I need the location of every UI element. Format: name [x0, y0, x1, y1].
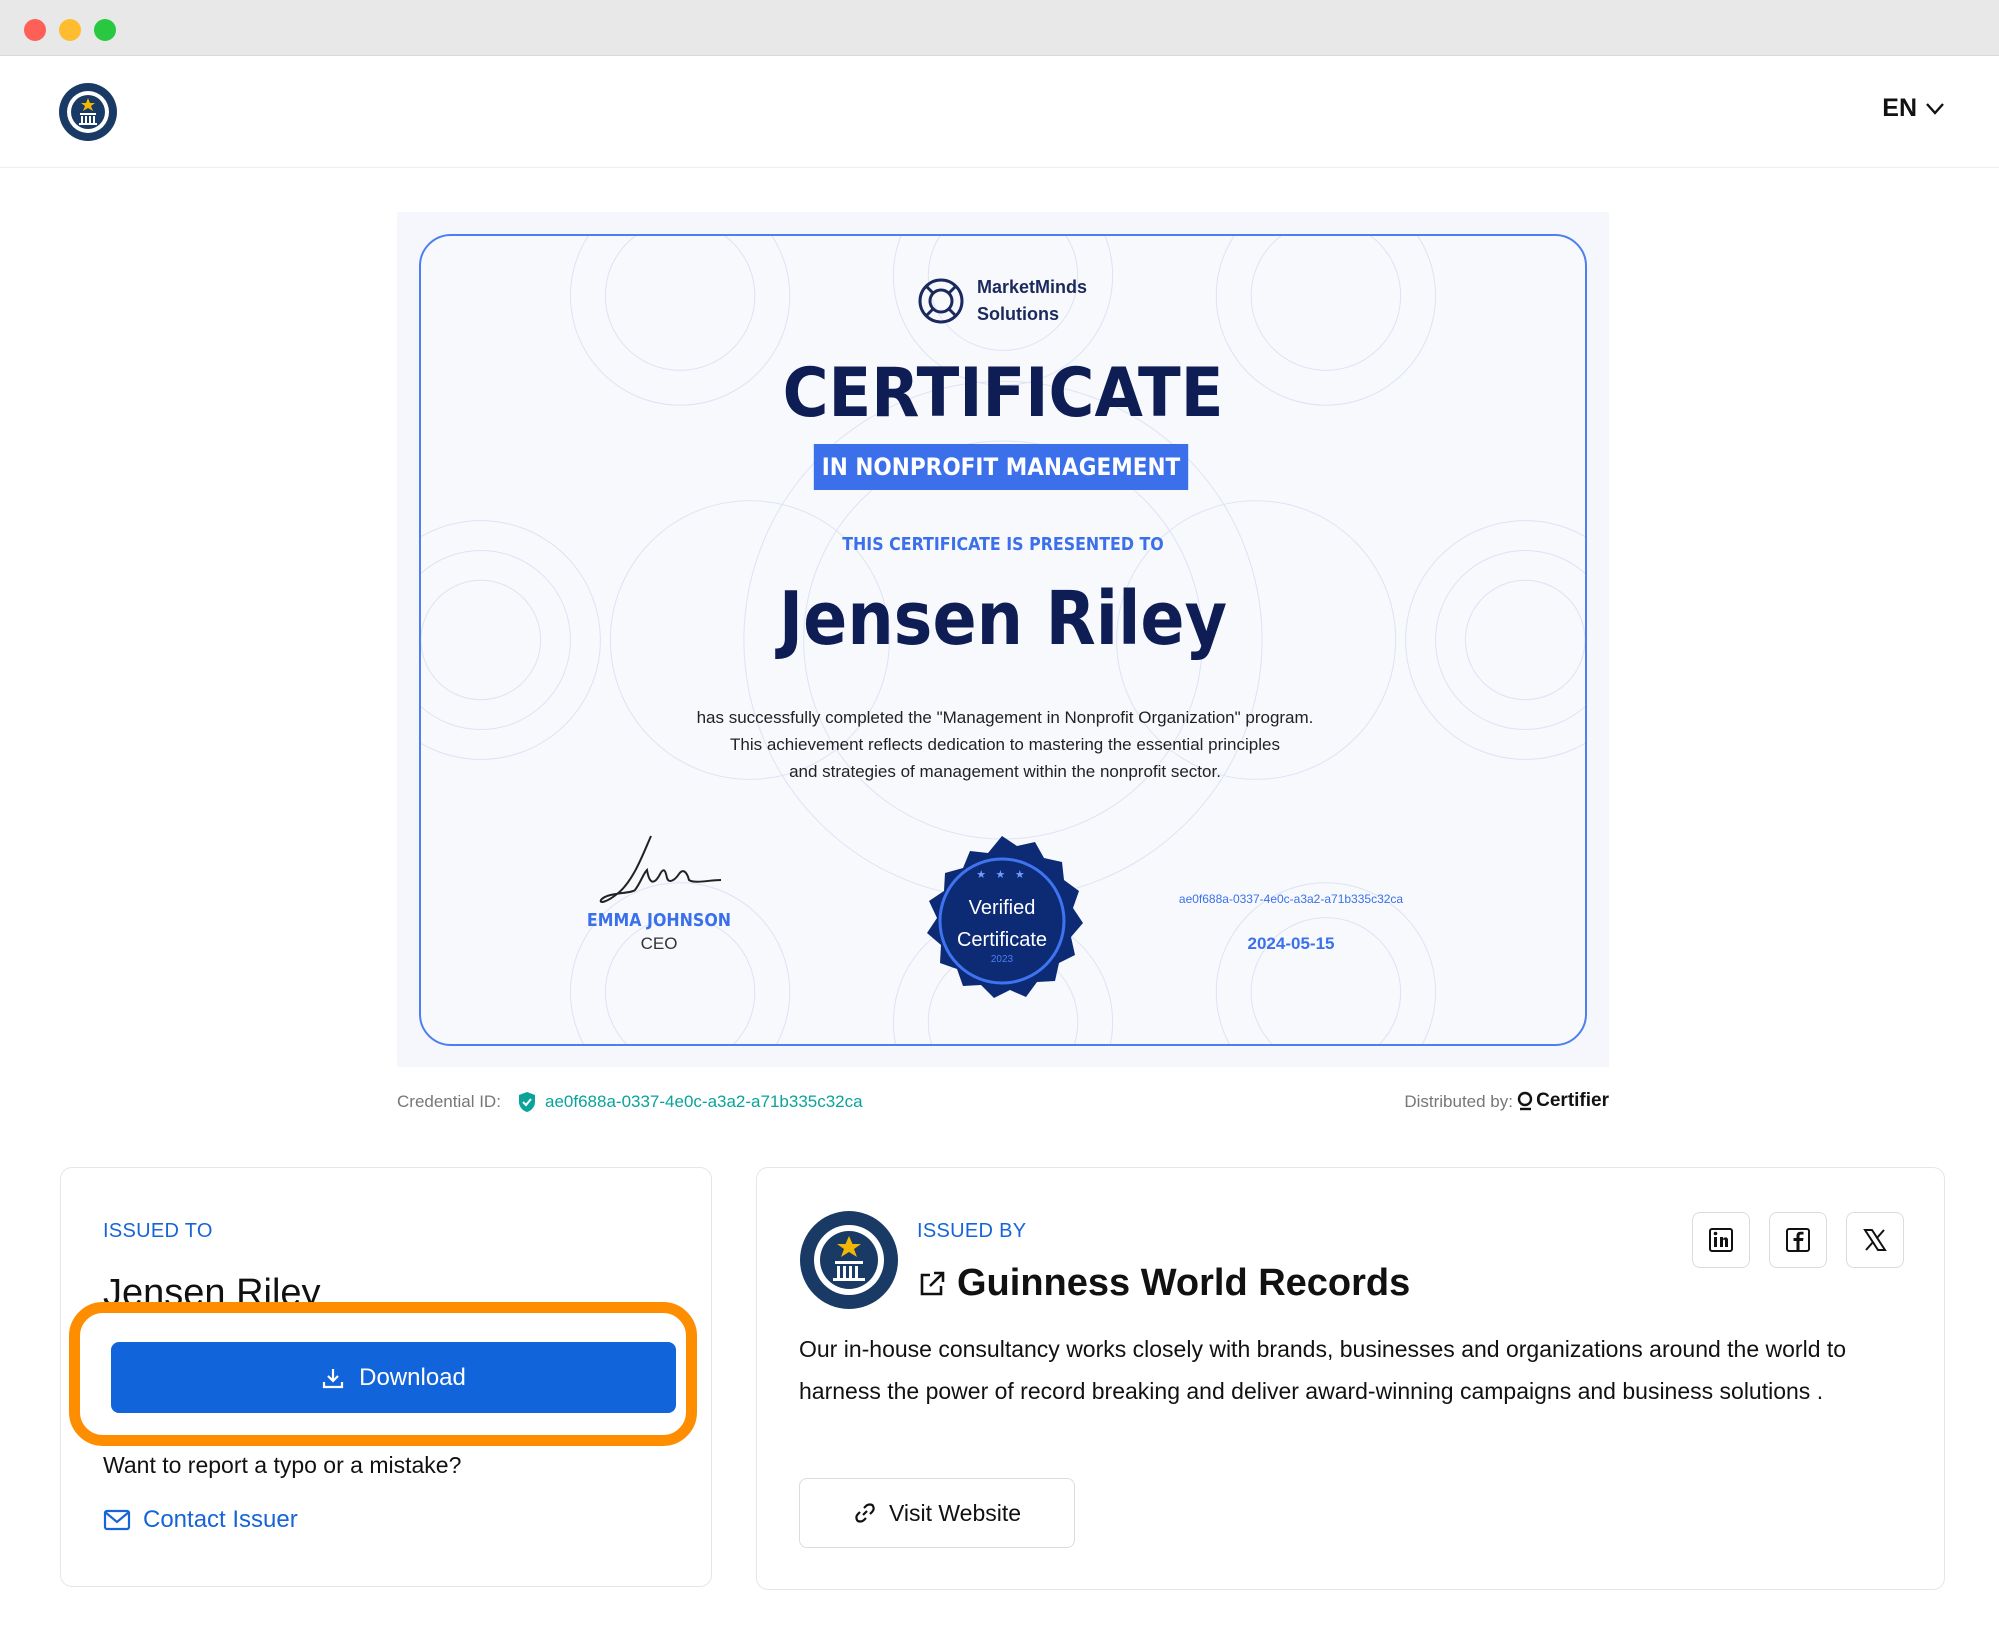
- signature: [599, 835, 722, 903]
- certificate-brand-name: MarketMinds Solutions: [977, 274, 1097, 328]
- issued-by-label: ISSUED BY: [917, 1220, 1027, 1242]
- certificate-description: has successfully completed the "Manageme…: [605, 704, 1405, 785]
- linkedin-share-button[interactable]: [1692, 1212, 1750, 1268]
- certificate-frame: MarketMinds Solutions CERTIFICATE IN NON…: [419, 234, 1587, 1046]
- seal-year: 2023: [990, 954, 1014, 965]
- issued-to-label: ISSUED TO: [103, 1220, 213, 1242]
- report-typo-text: Want to report a typo or a mistake?: [103, 1452, 462, 1478]
- issued-by-card: ISSUED BY Guinness World Records Our in-…: [756, 1167, 1945, 1590]
- download-label: Download: [359, 1363, 466, 1391]
- certifier-name: Certifier: [1536, 1090, 1609, 1111]
- gwr-logo[interactable]: [58, 82, 118, 142]
- issued-to-card: ISSUED TO Jensen Riley Download Want to …: [60, 1167, 712, 1587]
- certificate-recipient-name: Jensen Riley: [778, 576, 1228, 662]
- certificate-brand: MarketMinds Solutions: [917, 274, 1097, 328]
- language-label: EN: [1882, 94, 1917, 122]
- certificate-id: ae0f688a-0337-4e0c-a3a2-a71b335c32ca: [1178, 892, 1404, 906]
- gwr-issuer-logo: [800, 1211, 898, 1309]
- window-maximize-button[interactable]: [94, 19, 116, 41]
- seal-line-1: Verified: [968, 897, 1036, 919]
- seal-stars: ★ ★ ★: [976, 868, 1028, 881]
- visit-website-label: Visit Website: [888, 1499, 1022, 1526]
- credential-id-value[interactable]: ae0f688a-0337-4e0c-a3a2-a71b335c32ca: [545, 1092, 863, 1112]
- brand-line-1: MarketMinds: [977, 277, 1088, 297]
- download-highlight: Download: [69, 1302, 697, 1446]
- window-close-button[interactable]: [24, 19, 46, 41]
- visit-website-button[interactable]: Visit Website: [799, 1478, 1075, 1548]
- x-icon: [1863, 1229, 1887, 1251]
- credential-id-label: Credential ID:: [397, 1092, 501, 1111]
- x-share-button[interactable]: [1846, 1212, 1904, 1268]
- external-link-icon: [920, 1271, 945, 1295]
- language-selector[interactable]: EN: [1882, 94, 1945, 123]
- facebook-icon: [1786, 1228, 1810, 1252]
- certificate-presented-to: THIS CERTIFICATE IS PRESENTED TO: [842, 534, 1164, 555]
- certificate-subtitle: IN NONPROFIT MANAGEMENT: [813, 444, 1189, 490]
- mail-icon: [103, 1509, 131, 1531]
- signer-name: EMMA JOHNSON: [586, 910, 732, 931]
- issuer-name-link[interactable]: Guinness World Records: [917, 1262, 1410, 1305]
- window-minimize-button[interactable]: [59, 19, 81, 41]
- download-icon: [323, 1368, 344, 1388]
- brand-line-2: Solutions: [977, 304, 1059, 324]
- certificate-preview: MarketMinds Solutions CERTIFICATE IN NON…: [397, 212, 1609, 1067]
- issuer-description: Our in-house consultancy works closely w…: [799, 1336, 1847, 1404]
- linkedin-icon: [1709, 1228, 1733, 1252]
- chevron-down-icon: [1926, 102, 1944, 115]
- seal-text: Verified Certificate: [913, 892, 1091, 956]
- contact-issuer-link[interactable]: Contact Issuer: [103, 1506, 298, 1534]
- facebook-share-button[interactable]: [1769, 1212, 1827, 1268]
- contact-issuer-label: Contact Issuer: [143, 1506, 298, 1533]
- download-button[interactable]: Download: [111, 1342, 676, 1413]
- certifier-logo[interactable]: Certifier: [1517, 1090, 1609, 1112]
- certificate-title: CERTIFICATE: [782, 354, 1224, 433]
- distributed-by-label: Distributed by:: [1404, 1092, 1513, 1111]
- site-header: EN: [0, 56, 1999, 168]
- window-titlebar: [0, 0, 1999, 56]
- marketminds-logo: [918, 278, 964, 324]
- certificate-date: 2024-05-15: [1247, 934, 1335, 953]
- certifier-mark-icon: [1517, 1091, 1533, 1111]
- description-line-1: has successfully completed the "Manageme…: [696, 708, 1314, 727]
- credential-row: Credential ID: ae0f688a-0337-4e0c-a3a2-a…: [397, 1090, 1609, 1116]
- shield-check-icon: [519, 1092, 535, 1112]
- issuer-name: Guinness World Records: [957, 1262, 1411, 1304]
- signer-role: CEO: [640, 934, 678, 953]
- seal-line-2: Certificate: [956, 929, 1048, 951]
- link-icon: [855, 1503, 875, 1523]
- description-line-2: This achievement reflects dedication to …: [730, 735, 1280, 754]
- description-line-3: and strategies of management within the …: [789, 762, 1221, 781]
